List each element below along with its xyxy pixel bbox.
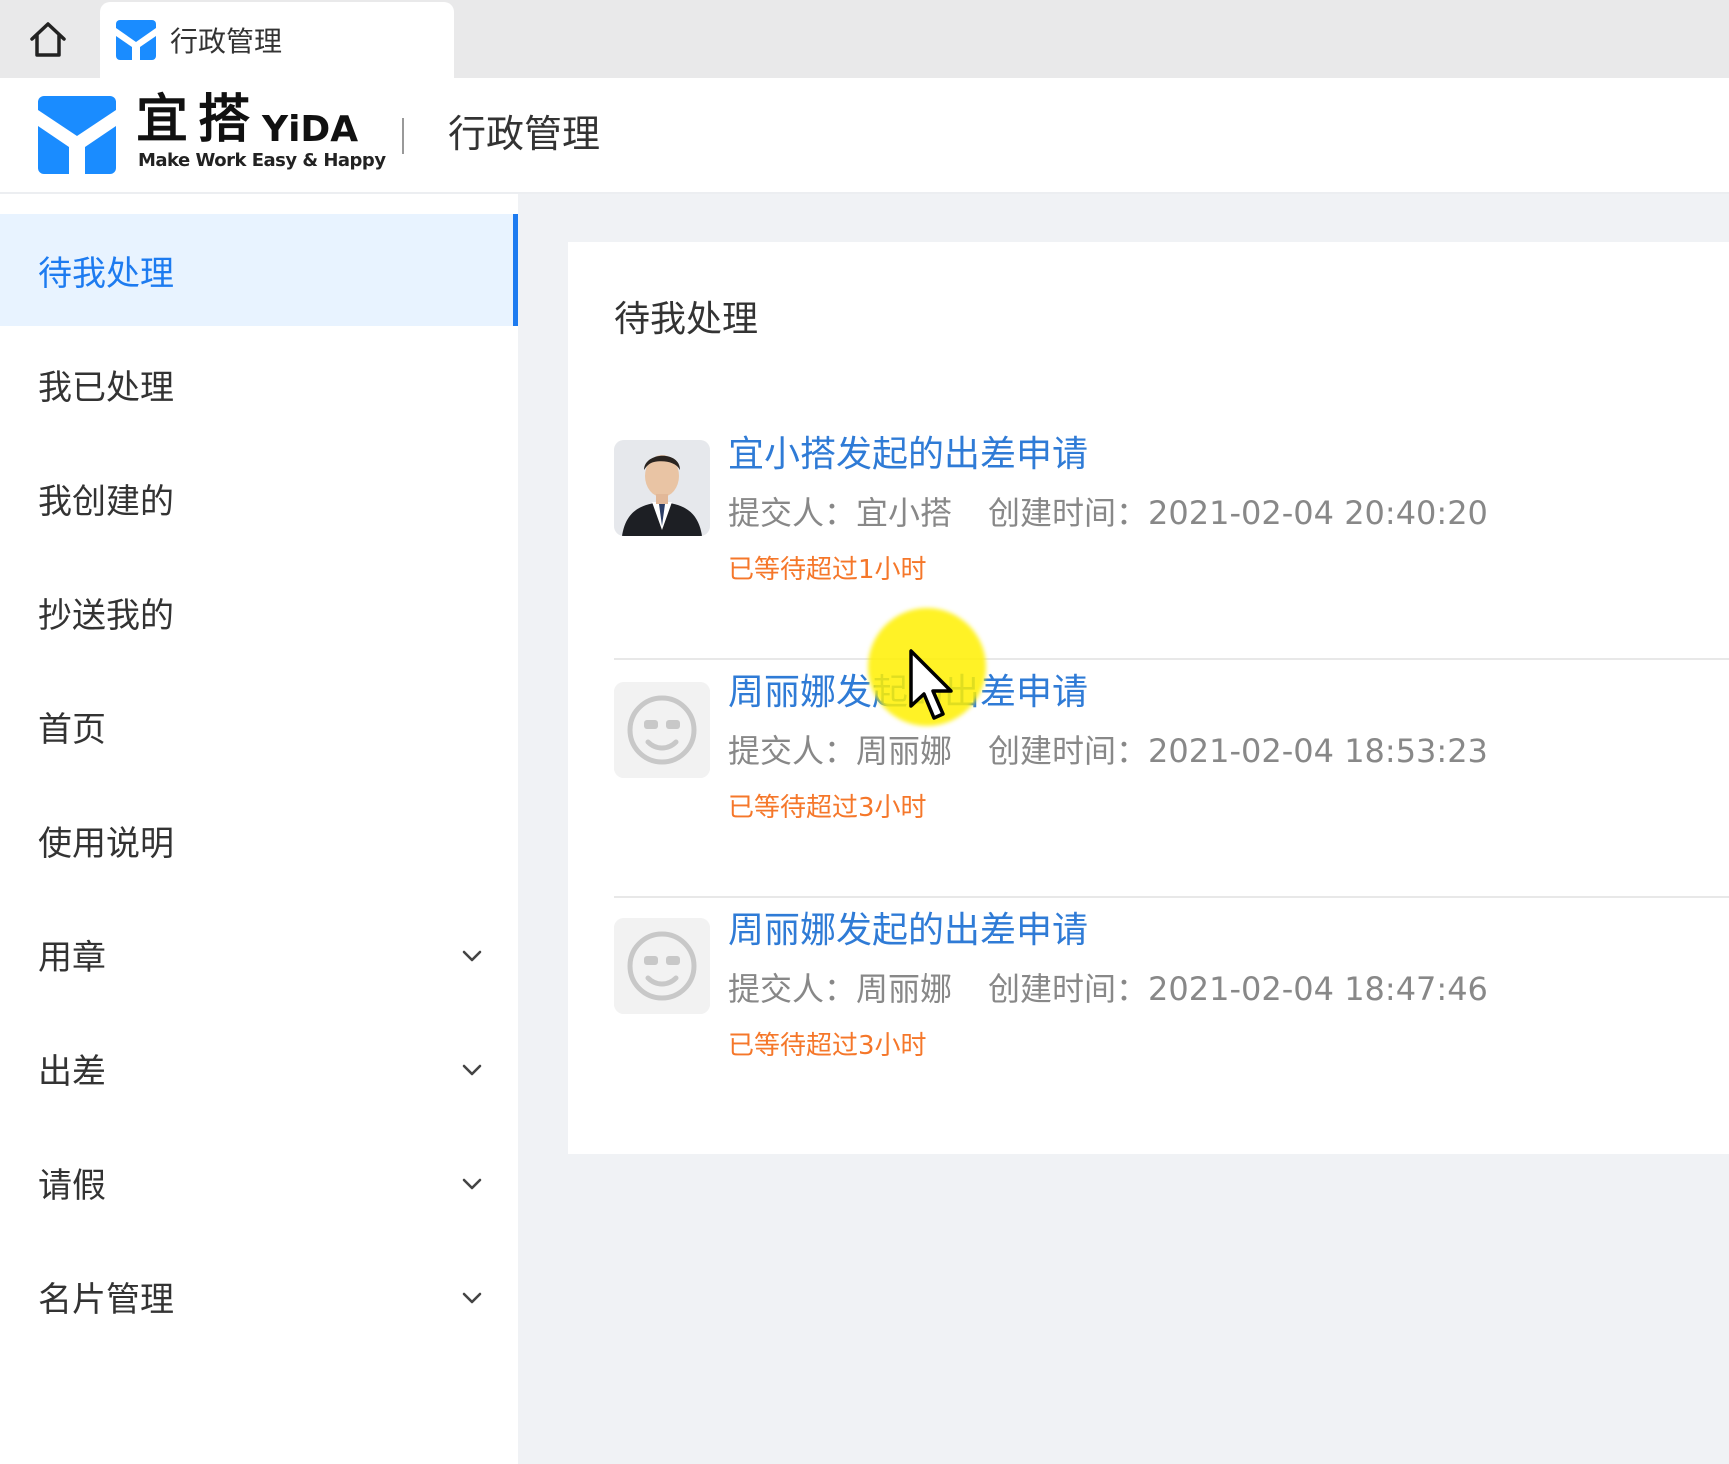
sidebar-item-leave[interactable]: 请假 [0,1126,518,1238]
chevron-down-icon [462,1064,482,1076]
created-time: 2021-02-04 20:40:20 [1148,494,1488,532]
task-meta: 提交人：周丽娜 创建时间：2021-02-04 18:53:23 [728,728,1488,774]
sidebar-item-business-card[interactable]: 名片管理 [0,1240,518,1352]
sidebar-item-label: 我创建的 [38,481,174,522]
brand-tagline: Make Work Easy & Happy [138,150,386,171]
sidebar-item-business-trip[interactable]: 出差 [0,1012,518,1124]
header-divider [402,118,404,154]
browser-tab-title: 行政管理 [170,25,283,58]
sidebar-item-seal[interactable]: 用章 [0,898,518,1010]
sidebar-item-guide[interactable]: 使用说明 [0,784,518,896]
sidebar-item-pending[interactable]: 待我处理 [0,214,518,326]
page-title: 待我处理 [614,299,759,340]
task-title-link[interactable]: 宜小搭发起的出差申请 [728,430,1088,480]
sidebar-item-label: 请假 [38,1165,106,1206]
created-time: 2021-02-04 18:53:23 [1148,732,1488,770]
submitter-name: 周丽娜 [856,732,953,770]
created-label: 创建时间： [988,970,1149,1008]
app-title: 行政管理 [448,112,601,156]
yida-logo-icon [116,20,156,60]
wait-status: 已等待超过1小时 [728,555,927,585]
default-face-avatar [614,682,710,778]
sidebar-item-home[interactable]: 首页 [0,670,518,782]
sidebar-item-processed[interactable]: 我已处理 [0,328,518,440]
home-icon[interactable] [22,14,74,66]
brand-name-en: YiDA [262,109,359,150]
submitter-label: 提交人： [728,494,857,532]
yida-logo-icon[interactable] [38,96,116,174]
submitter-label: 提交人： [728,970,857,1008]
app-header: 宜搭 YiDA Make Work Easy & Happy 行政管理 [0,78,1729,194]
task-item[interactable]: 宜小搭发起的出差申请 提交人：宜小搭 创建时间：2021-02-04 20:40:… [614,422,1729,660]
mouse-cursor-icon [909,649,953,720]
sidebar-item-label: 出差 [38,1051,106,1092]
browser-tab[interactable]: 行政管理 [100,2,454,78]
sidebar-item-created[interactable]: 我创建的 [0,442,518,554]
created-label: 创建时间： [988,494,1149,532]
chevron-down-icon [462,1178,482,1190]
default-face-avatar [614,918,710,1014]
task-title-link[interactable]: 周丽娜发起的出差申请 [728,906,1088,956]
sidebar-item-cc[interactable]: 抄送我的 [0,556,518,668]
chevron-down-icon [462,950,482,962]
task-meta: 提交人：周丽娜 创建时间：2021-02-04 18:47:46 [728,966,1488,1012]
brand-name-cn: 宜搭 [136,90,261,150]
submitter-label: 提交人： [728,732,857,770]
sidebar-nav: 待我处理 我已处理 我创建的 抄送我的 首页 使用说明 用章 出差 请假 名片管… [0,194,518,1464]
wait-status: 已等待超过3小时 [728,793,927,823]
sidebar-item-label: 名片管理 [38,1279,174,1320]
sidebar-item-label: 首页 [38,709,106,750]
submitter-name: 周丽娜 [856,970,953,1008]
sidebar-item-label: 待我处理 [38,253,174,294]
task-meta: 提交人：宜小搭 创建时间：2021-02-04 20:40:20 [728,490,1488,536]
chevron-down-icon [462,1292,482,1304]
created-label: 创建时间： [988,732,1149,770]
photo-avatar [614,440,710,536]
wait-status: 已等待超过3小时 [728,1031,927,1061]
submitter-name: 宜小搭 [856,494,953,532]
task-item[interactable]: 周丽娜发起的出差申请 提交人：周丽娜创建时间：2021-02-04 18:53:… [614,660,1729,898]
task-item[interactable]: 周丽娜发起的出差申请 提交人：周丽娜 创建时间：2021-02-04 18:47:… [614,898,1729,1136]
sidebar-item-label: 使用说明 [38,823,174,864]
sidebar-item-label: 我已处理 [38,367,174,408]
sidebar-item-label: 抄送我的 [38,595,174,636]
sidebar-item-label: 用章 [38,937,106,978]
browser-tab-strip: 行政管理 [0,0,1729,78]
created-time: 2021-02-04 18:47:46 [1148,970,1488,1008]
pending-tasks-panel: 待我处理 宜小搭发起的出差申请 提交人：宜小搭 创建时间：2021-02-04 2… [568,242,1729,1154]
